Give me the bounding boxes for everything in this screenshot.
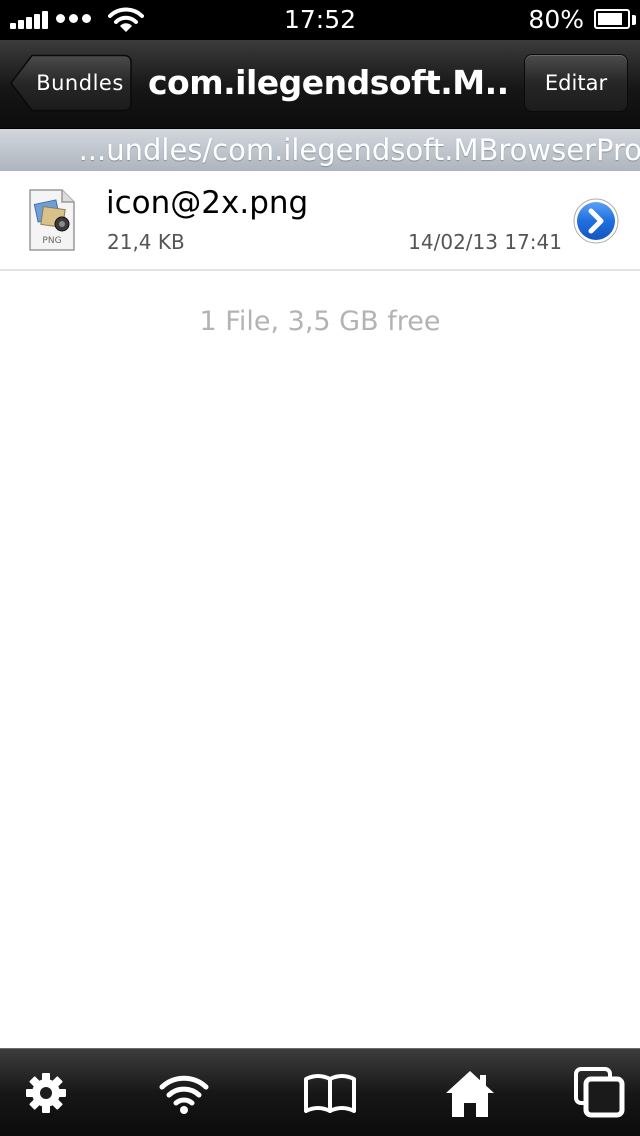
home-icon[interactable] — [442, 1065, 498, 1121]
page-title: com.ilegendsoft.M... — [148, 63, 508, 102]
status-bar: 17:52 80% — [0, 0, 640, 40]
edit-button[interactable]: Editar — [524, 54, 628, 112]
detail-disclosure-button[interactable] — [572, 197, 620, 245]
file-date: 14/02/13 17:41 — [408, 230, 562, 254]
png-file-icon: PNG — [29, 189, 75, 251]
navigation-bar: Bundles com.ilegendsoft.M... Editar — [0, 40, 640, 129]
battery-tip — [632, 15, 636, 25]
file-size: 21,4 KB — [107, 230, 185, 254]
app-screen: 17:52 80% Bundles com.ilegendsoft.M... E… — [0, 0, 640, 1136]
path-text: ...undles/com.ilegendsoft.MBrowserPro — [78, 133, 640, 167]
book-icon[interactable] — [302, 1065, 358, 1121]
battery-percentage: 80% — [528, 5, 584, 34]
gear-icon[interactable] — [18, 1065, 74, 1121]
svg-text:PNG: PNG — [42, 236, 61, 246]
path-bar: ...undles/com.ilegendsoft.MBrowserPro — [0, 129, 640, 171]
back-button-label: Bundles — [36, 71, 124, 95]
windows-icon[interactable] — [572, 1065, 628, 1121]
file-list-item[interactable]: PNG icon@2x.png 21,4 KB 14/02/13 17:41 — [0, 171, 640, 271]
battery-icon — [594, 9, 630, 29]
wifi-icon[interactable] — [156, 1065, 212, 1121]
storage-summary: 1 File, 3,5 GB free — [199, 306, 441, 337]
back-button[interactable]: Bundles — [10, 54, 132, 112]
bottom-toolbar — [0, 1048, 640, 1136]
file-name: icon@2x.png — [106, 185, 309, 221]
